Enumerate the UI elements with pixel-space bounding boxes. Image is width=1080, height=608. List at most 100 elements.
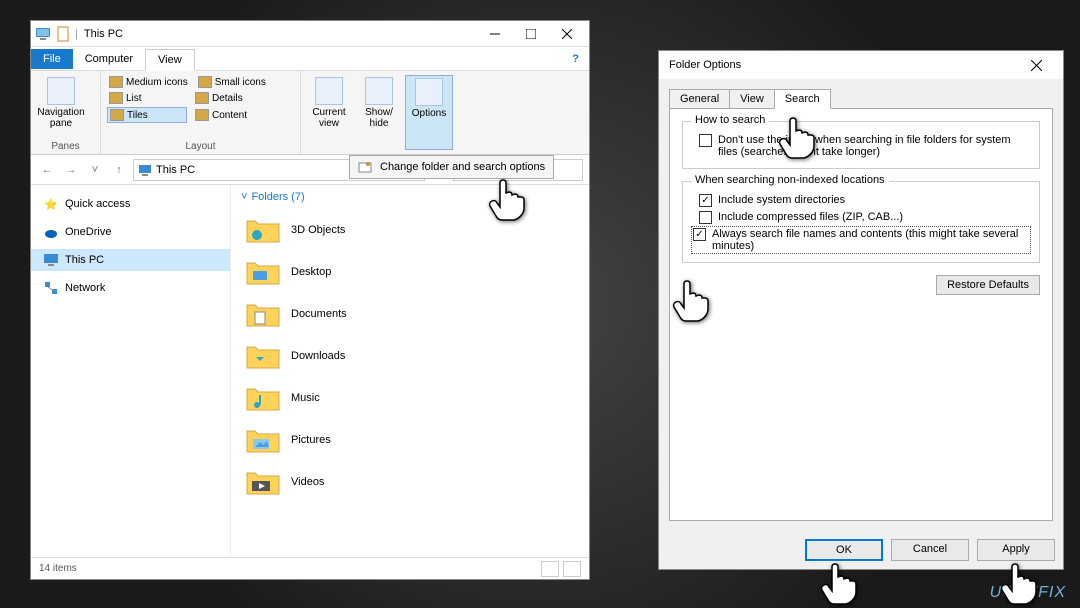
navpane-label: Navigation pane xyxy=(37,107,84,129)
folder-pictures[interactable]: Pictures xyxy=(241,419,579,461)
layout-details[interactable]: Details xyxy=(193,91,273,105)
list-icon xyxy=(109,92,123,104)
dialog-body: General View Search How to search Don't … xyxy=(659,79,1063,531)
content-area: ⭐Quick access OneDrive This PC Network ˅… xyxy=(31,185,589,557)
folder-3d-objects[interactable]: 3D Objects xyxy=(241,209,579,251)
cancel-button[interactable]: Cancel xyxy=(891,539,969,561)
breadcrumb[interactable]: This PC xyxy=(156,164,195,176)
window-title: This PC xyxy=(78,28,477,40)
folder-downloads[interactable]: Downloads xyxy=(241,335,579,377)
layout-list[interactable]: List xyxy=(107,91,187,105)
file-icon-small xyxy=(55,26,71,42)
chevron-down-icon: ˅ xyxy=(241,191,247,203)
navpane-icon xyxy=(47,77,75,105)
sidebar-quick-access[interactable]: ⭐Quick access xyxy=(31,193,230,215)
restore-defaults-button[interactable]: Restore Defaults xyxy=(936,275,1040,295)
folder-icon xyxy=(245,425,281,455)
folder-options-dialog: Folder Options General View Search How t… xyxy=(658,50,1064,570)
dialog-titlebar[interactable]: Folder Options xyxy=(659,51,1063,79)
checkbox-compressed[interactable] xyxy=(699,211,712,224)
dialog-title: Folder Options xyxy=(669,59,741,71)
current-view-button[interactable]: Current view xyxy=(305,75,353,150)
folder-music[interactable]: Music xyxy=(241,377,579,419)
change-folder-options-label: Change folder and search options xyxy=(380,161,545,173)
navigation-pane-button[interactable]: Navigation pane xyxy=(37,75,85,131)
ribbon-view-group: Current view Show/ hide Options xyxy=(301,71,457,154)
content-icon xyxy=(195,109,209,121)
tab-search[interactable]: Search xyxy=(774,89,831,109)
options-button[interactable]: Options xyxy=(405,75,453,150)
tab-view[interactable]: View xyxy=(729,89,775,109)
tab-general[interactable]: General xyxy=(669,89,730,109)
folders-section-header[interactable]: ˅Folders (7) xyxy=(241,191,579,203)
minimize-button[interactable] xyxy=(477,22,513,46)
folder-icon xyxy=(245,215,281,245)
sidebar: ⭐Quick access OneDrive This PC Network xyxy=(31,185,231,557)
show-hide-button[interactable]: Show/ hide xyxy=(355,75,403,150)
option-always-search-contents[interactable]: Always search file names and contents (t… xyxy=(691,226,1031,254)
folder-icon xyxy=(245,383,281,413)
checkbox-dont-use-index[interactable] xyxy=(699,134,712,147)
star-icon: ⭐ xyxy=(43,196,59,212)
how-to-search-title: How to search xyxy=(691,114,769,126)
apply-button[interactable]: Apply xyxy=(977,539,1055,561)
back-button[interactable]: ← xyxy=(37,164,57,176)
folder-documents[interactable]: Documents xyxy=(241,293,579,335)
dialog-buttons: OK Cancel Apply xyxy=(659,531,1063,569)
details-view-button[interactable] xyxy=(541,561,559,577)
options-icon xyxy=(415,78,443,106)
search-tab-panel: How to search Don't use the index when s… xyxy=(669,108,1053,521)
dialog-close-button[interactable] xyxy=(1019,53,1053,77)
option-include-compressed[interactable]: Include compressed files (ZIP, CAB...) xyxy=(691,209,1031,226)
watermark: UGETFIX xyxy=(990,584,1066,602)
ribbon: Navigation pane Panes Medium icons Small… xyxy=(31,71,589,155)
forward-button[interactable]: → xyxy=(61,164,81,176)
ok-button[interactable]: OK xyxy=(805,539,883,561)
non-indexed-title: When searching non-indexed locations xyxy=(691,174,889,186)
sidebar-this-pc[interactable]: This PC xyxy=(31,249,230,271)
tab-computer[interactable]: Computer xyxy=(73,49,145,69)
checkbox-always-search[interactable] xyxy=(693,228,706,241)
options-dropdown[interactable]: Change folder and search options xyxy=(349,155,554,179)
show-hide-icon xyxy=(365,77,393,105)
checkbox-system-dirs[interactable] xyxy=(699,194,712,207)
large-icons-view-button[interactable] xyxy=(563,561,581,577)
cloud-icon xyxy=(43,224,59,240)
folder-videos[interactable]: Videos xyxy=(241,461,579,503)
item-count: 14 items xyxy=(39,563,77,574)
layout-medium-icons[interactable]: Medium icons xyxy=(107,75,190,89)
layout-tiles[interactable]: Tiles xyxy=(107,107,187,123)
tab-view[interactable]: View xyxy=(145,49,195,71)
sidebar-network[interactable]: Network xyxy=(31,277,230,299)
tab-file[interactable]: File xyxy=(31,49,73,69)
menu-tabs: File Computer View ? xyxy=(31,47,589,71)
maximize-button[interactable] xyxy=(513,22,549,46)
folder-options-icon xyxy=(358,160,372,174)
titlebar[interactable]: | This PC xyxy=(31,21,589,47)
how-to-search-group: How to search Don't use the index when s… xyxy=(682,121,1040,169)
network-icon xyxy=(43,280,59,296)
recent-dropdown[interactable]: ˅ xyxy=(85,164,105,176)
folder-icon xyxy=(245,257,281,287)
layout-small-icons[interactable]: Small icons xyxy=(196,75,276,89)
option-include-system-dirs[interactable]: Include system directories xyxy=(691,192,1031,209)
panes-group-label: Panes xyxy=(37,141,94,152)
folder-icon xyxy=(245,467,281,497)
non-indexed-group: When searching non-indexed locations Inc… xyxy=(682,181,1040,263)
ribbon-layout-group: Medium icons Small icons List Details Ti… xyxy=(101,71,301,154)
layout-content[interactable]: Content xyxy=(193,107,273,123)
pc-icon-small xyxy=(138,163,152,177)
layout-group-label: Layout xyxy=(107,141,294,152)
pc-icon xyxy=(35,26,51,42)
up-button[interactable]: ↑ xyxy=(109,164,129,176)
dialog-tabs: General View Search xyxy=(669,89,1053,109)
tiles-icon xyxy=(110,109,124,121)
medium-icons-icon xyxy=(109,76,123,88)
sidebar-onedrive[interactable]: OneDrive xyxy=(31,221,230,243)
option-dont-use-index[interactable]: Don't use the index when searching in fi… xyxy=(691,132,1031,160)
folder-desktop[interactable]: Desktop xyxy=(241,251,579,293)
close-button[interactable] xyxy=(549,22,585,46)
folder-icon xyxy=(245,341,281,371)
current-view-icon xyxy=(315,77,343,105)
help-icon[interactable]: ? xyxy=(572,53,579,65)
